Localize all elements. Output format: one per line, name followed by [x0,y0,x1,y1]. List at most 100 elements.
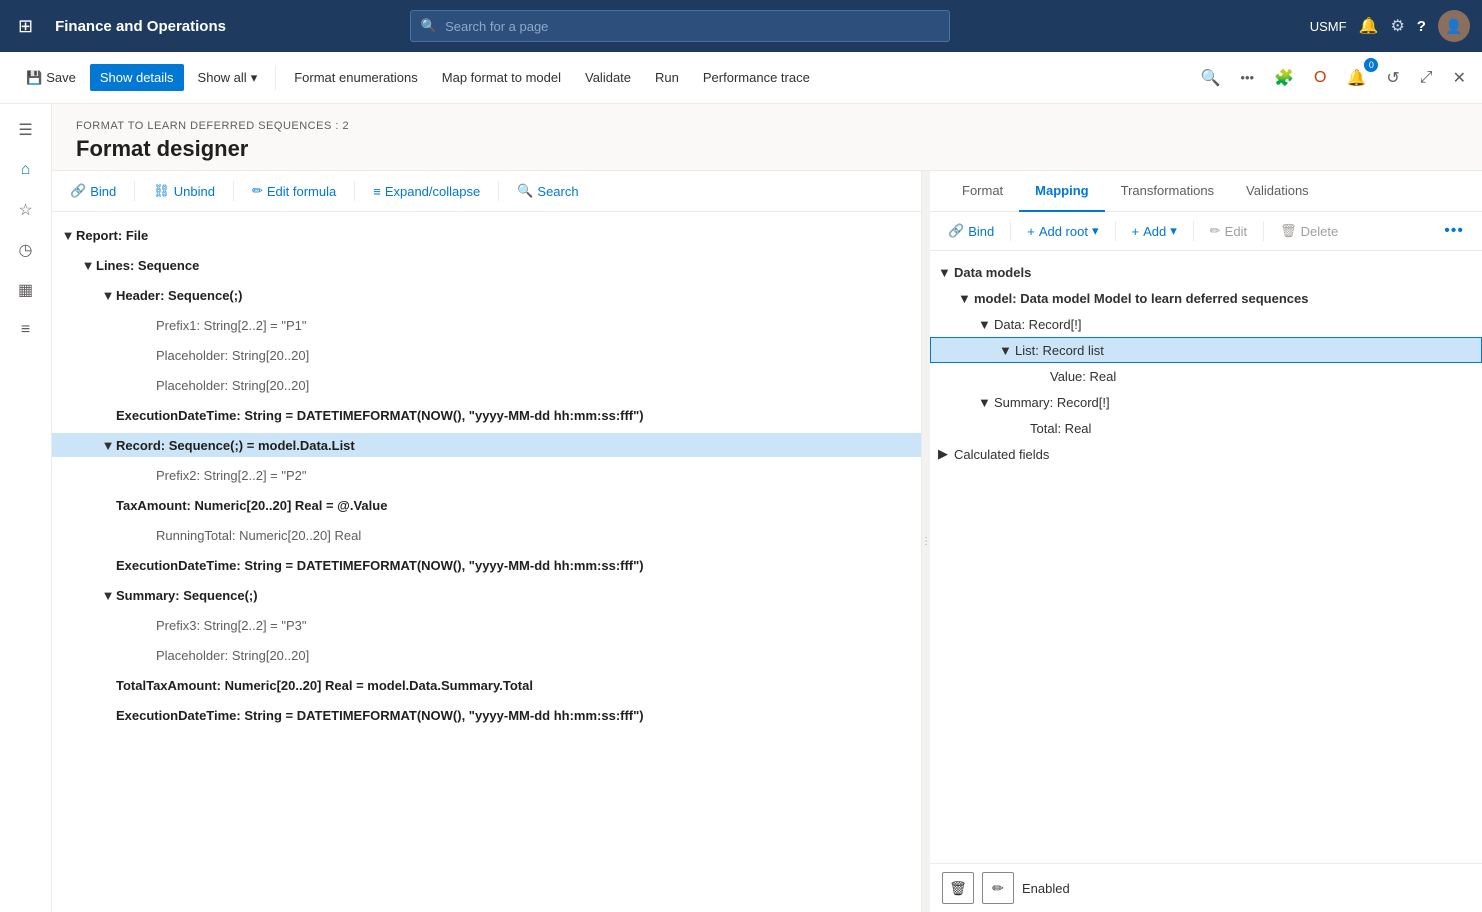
panel-resize-handle[interactable]: ⋮ [922,171,930,912]
run-button[interactable]: Run [645,64,689,91]
save-icon: 💾 [26,70,42,86]
user-avatar[interactable]: 👤 [1438,10,1470,42]
tree-node-header-sequence[interactable]: ▼ Header: Sequence(;) [52,280,921,310]
designer-toolbar: 🔗 Bind ⛓ Unbind ✏ Edit formula [52,171,921,212]
format-tree: ▼ Report: File ▼ Lines: Sequence [52,212,921,912]
rtree-summary-record[interactable]: ▼ Summary: Record[!] [930,389,1482,415]
tree-node-executiondatetime-header[interactable]: ExecutionDateTime: String = DATETIMEFORM… [52,400,921,430]
toggle-icon[interactable]: ▼ [80,257,96,273]
tree-node-placeholder-1[interactable]: Placeholder: String[20..20] [52,340,921,370]
tree-node-prefix2[interactable]: Prefix2: String[2..2] = "P2" [52,460,921,490]
notification-count-badge: 0 [1364,58,1378,72]
left-sidebar: ☰ ⌂ ☆ ◷ ▦ ≡ [0,104,52,912]
add-button[interactable]: + Add ▾ [1126,219,1183,243]
designer-separator-1 [134,181,135,201]
validate-button[interactable]: Validate [575,64,641,91]
sidebar-list-icon[interactable]: ≡ [8,312,44,348]
toolbar-search-icon[interactable]: 🔍 [1193,62,1229,94]
toggle-icon[interactable]: ▼ [100,587,116,603]
expand-collapse-button[interactable]: ≡ Expand/collapse [371,180,482,203]
rtree-value-real[interactable]: Value: Real [930,363,1482,389]
unbind-button[interactable]: ⛓ Unbind [151,179,217,203]
edit-button[interactable]: ✏ Edit [1204,219,1253,243]
sidebar-favorites-icon[interactable]: ☆ [8,192,44,228]
rtree-list-record-list[interactable]: ▼ List: Record list [930,337,1482,363]
add-chevron-icon: ▾ [1170,223,1177,239]
tree-node-prefix1[interactable]: Prefix1: String[2..2] = "P1" [52,310,921,340]
enabled-label: Enabled [1022,881,1070,896]
tree-node-executiondatetime-record[interactable]: ExecutionDateTime: String = DATETIMEFORM… [52,550,921,580]
tab-format[interactable]: Format [946,171,1019,212]
mapping-tree: ▼ Data models ▼ model: Data model Model … [930,251,1482,863]
tree-node-runningtotal[interactable]: RunningTotal: Numeric[20..20] Real [52,520,921,550]
edit-formula-button[interactable]: ✏ Edit formula [250,179,338,203]
no-toggle [100,407,116,423]
tree-node-lines-sequence[interactable]: ▼ Lines: Sequence [52,250,921,280]
right-bind-button[interactable]: 🔗 Bind [942,219,1000,243]
tree-node-summary-sequence[interactable]: ▼ Summary: Sequence(;) [52,580,921,610]
designer-separator-4 [498,181,499,201]
tree-node-totaltaxamount[interactable]: TotalTaxAmount: Numeric[20..20] Real = m… [52,670,921,700]
show-all-button[interactable]: Show all ▾ [188,64,268,92]
sidebar-history-icon[interactable]: ◷ [8,232,44,268]
edit-pencil-icon: ✏ [1210,223,1221,239]
toolbar-more-icon[interactable]: ••• [1232,64,1262,91]
rtree-data-record[interactable]: ▼ Data: Record[!] [930,311,1482,337]
bottom-edit-pencil-icon: ✏ [992,880,1004,897]
add-root-button[interactable]: + Add root ▾ [1021,219,1104,243]
sidebar-workspaces-icon[interactable]: ▦ [8,272,44,308]
sidebar-menu-icon[interactable]: ☰ [8,112,44,148]
format-enumerations-button[interactable]: Format enumerations [284,64,428,91]
rtree-data-models[interactable]: ▼ Data models [930,259,1482,285]
top-nav-right: USMF 🔔 ⚙ ? 👤 [1310,10,1470,42]
tree-node-executiondatetime-summary[interactable]: ExecutionDateTime: String = DATETIMEFORM… [52,700,921,730]
toolbar-refresh-icon[interactable]: ↺ [1378,62,1407,94]
toolbar-puzzle-icon[interactable]: 🧩 [1266,62,1302,94]
bind-button[interactable]: 🔗 Bind [68,179,118,203]
tree-node-taxamount[interactable]: TaxAmount: Numeric[20..20] Real = @.Valu… [52,490,921,520]
bottom-delete-button[interactable]: 🗑 [942,872,974,904]
save-button[interactable]: 💾 Save [16,64,86,92]
page-title: Format designer [76,136,1458,162]
rtree-model[interactable]: ▼ model: Data model Model to learn defer… [930,285,1482,311]
tree-node-prefix3[interactable]: Prefix3: String[2..2] = "P3" [52,610,921,640]
action-toolbar: 💾 Save Show details Show all ▾ Format en… [0,52,1482,104]
tab-transformations[interactable]: Transformations [1105,171,1230,212]
toggle-icon[interactable]: ▼ [100,437,116,453]
global-search[interactable]: 🔍 [410,10,950,42]
main-layout: ☰ ⌂ ☆ ◷ ▦ ≡ FORMAT TO LEARN DEFERRED SEQ… [0,104,1482,912]
designer-separator-3 [354,181,355,201]
help-question-icon[interactable]: ? [1417,18,1426,35]
right-bind-link-icon: 🔗 [948,223,964,239]
tab-validations[interactable]: Validations [1230,171,1325,212]
top-navigation: ⊞ Finance and Operations 🔍 USMF 🔔 ⚙ ? 👤 [0,0,1482,52]
tree-node-placeholder-2[interactable]: Placeholder: String[20..20] [52,370,921,400]
tree-node-report-file[interactable]: ▼ Report: File [52,220,921,250]
rtree-calculated-fields[interactable]: ▶ Calculated fields [930,441,1482,467]
toolbar-right-icons: 🔍 ••• 🧩 O 🔔 0 ↺ ⤢ ✕ [1193,62,1475,94]
add-root-plus-icon: + [1027,224,1035,239]
delete-button[interactable]: 🗑 Delete [1274,219,1344,243]
toggle-icon[interactable]: ▼ [100,287,116,303]
add-root-chevron-icon: ▾ [1092,223,1099,239]
performance-trace-button[interactable]: Performance trace [693,64,820,91]
toolbar-close-icon[interactable]: ✕ [1445,62,1474,94]
show-details-button[interactable]: Show details [90,64,184,91]
tab-mapping[interactable]: Mapping [1019,171,1104,212]
tree-node-placeholder-summary[interactable]: Placeholder: String[20..20] [52,640,921,670]
tree-node-record-sequence[interactable]: ▼ Record: Sequence(;) = model.Data.List [52,430,921,460]
more-options-button[interactable]: ••• [1438,218,1470,244]
toolbar-office-icon[interactable]: O [1306,63,1334,93]
toolbar-maximize-icon[interactable]: ⤢ [1412,63,1441,93]
notification-bell-icon[interactable]: 🔔 [1359,16,1379,36]
grid-icon[interactable]: ⊞ [12,10,39,43]
toggle-icon[interactable]: ▼ [60,227,76,243]
toolbar-notification-icon[interactable]: 🔔 0 [1338,62,1374,94]
settings-gear-icon[interactable]: ⚙ [1390,16,1404,36]
map-format-to-model-button[interactable]: Map format to model [432,64,571,91]
search-button[interactable]: 🔍 Search [515,179,580,203]
rtree-total-real[interactable]: Total: Real [930,415,1482,441]
bottom-edit-button[interactable]: ✏ [982,872,1014,904]
sidebar-home-icon[interactable]: ⌂ [8,152,44,188]
global-search-input[interactable] [445,19,939,34]
